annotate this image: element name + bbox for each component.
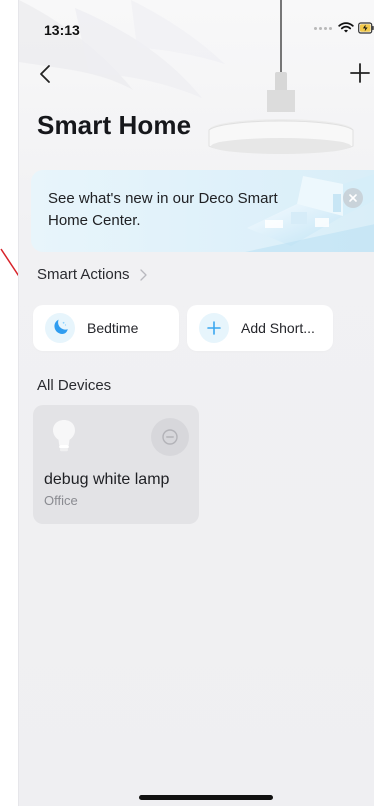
add-shortcut-label: Add Short... xyxy=(241,320,315,336)
bedtime-label: Bedtime xyxy=(87,320,139,336)
home-indicator xyxy=(139,795,273,800)
all-devices-title: All Devices xyxy=(37,377,112,394)
chevron-left-icon xyxy=(40,65,50,83)
phone-screen: 13:13 Smart Home See what's new in our D… xyxy=(18,0,374,806)
screenshot-page: 13:13 Smart Home See what's new in our D… xyxy=(0,0,374,806)
device-card[interactable]: debug white lamp Office xyxy=(33,405,199,524)
promo-banner[interactable]: See what's new in our Deco Smart Home Ce… xyxy=(31,170,374,252)
device-name: debug white lamp xyxy=(44,471,170,488)
signal-dots-icon xyxy=(314,26,332,30)
battery-charging-icon xyxy=(358,22,374,34)
smart-actions-title: Smart Actions xyxy=(37,266,130,283)
chevron-right-icon xyxy=(138,268,148,282)
promo-close-button[interactable] xyxy=(343,188,363,208)
device-room: Office xyxy=(44,493,78,508)
status-bar: 13:13 xyxy=(19,0,374,40)
back-button[interactable] xyxy=(33,60,57,88)
navigation-bar xyxy=(19,54,374,94)
add-shortcut-card[interactable]: Add Short... xyxy=(187,305,333,351)
pendant-shade-bottom xyxy=(211,138,351,154)
smart-home-illustration xyxy=(245,174,374,252)
add-shortcut-icon-wrap xyxy=(199,313,229,343)
bedtime-action-card[interactable]: Bedtime xyxy=(33,305,179,351)
status-icons xyxy=(314,22,374,34)
device-power-button[interactable] xyxy=(151,418,189,456)
plus-icon xyxy=(207,321,221,335)
pendant-shade-top xyxy=(209,119,353,141)
bedtime-icon-wrap xyxy=(45,313,75,343)
plus-icon xyxy=(350,63,370,83)
all-devices-header: All Devices xyxy=(37,377,111,394)
power-off-icon xyxy=(162,429,178,445)
add-button[interactable] xyxy=(345,58,374,88)
light-bulb-icon xyxy=(53,420,75,452)
pendant-shade xyxy=(208,120,354,154)
wifi-icon xyxy=(338,22,354,33)
page-title: Smart Home xyxy=(37,110,192,140)
moon-icon xyxy=(54,319,68,334)
status-time: 13:13 xyxy=(44,22,80,38)
close-icon xyxy=(349,194,357,202)
smart-actions-header[interactable]: Smart Actions xyxy=(37,266,148,283)
